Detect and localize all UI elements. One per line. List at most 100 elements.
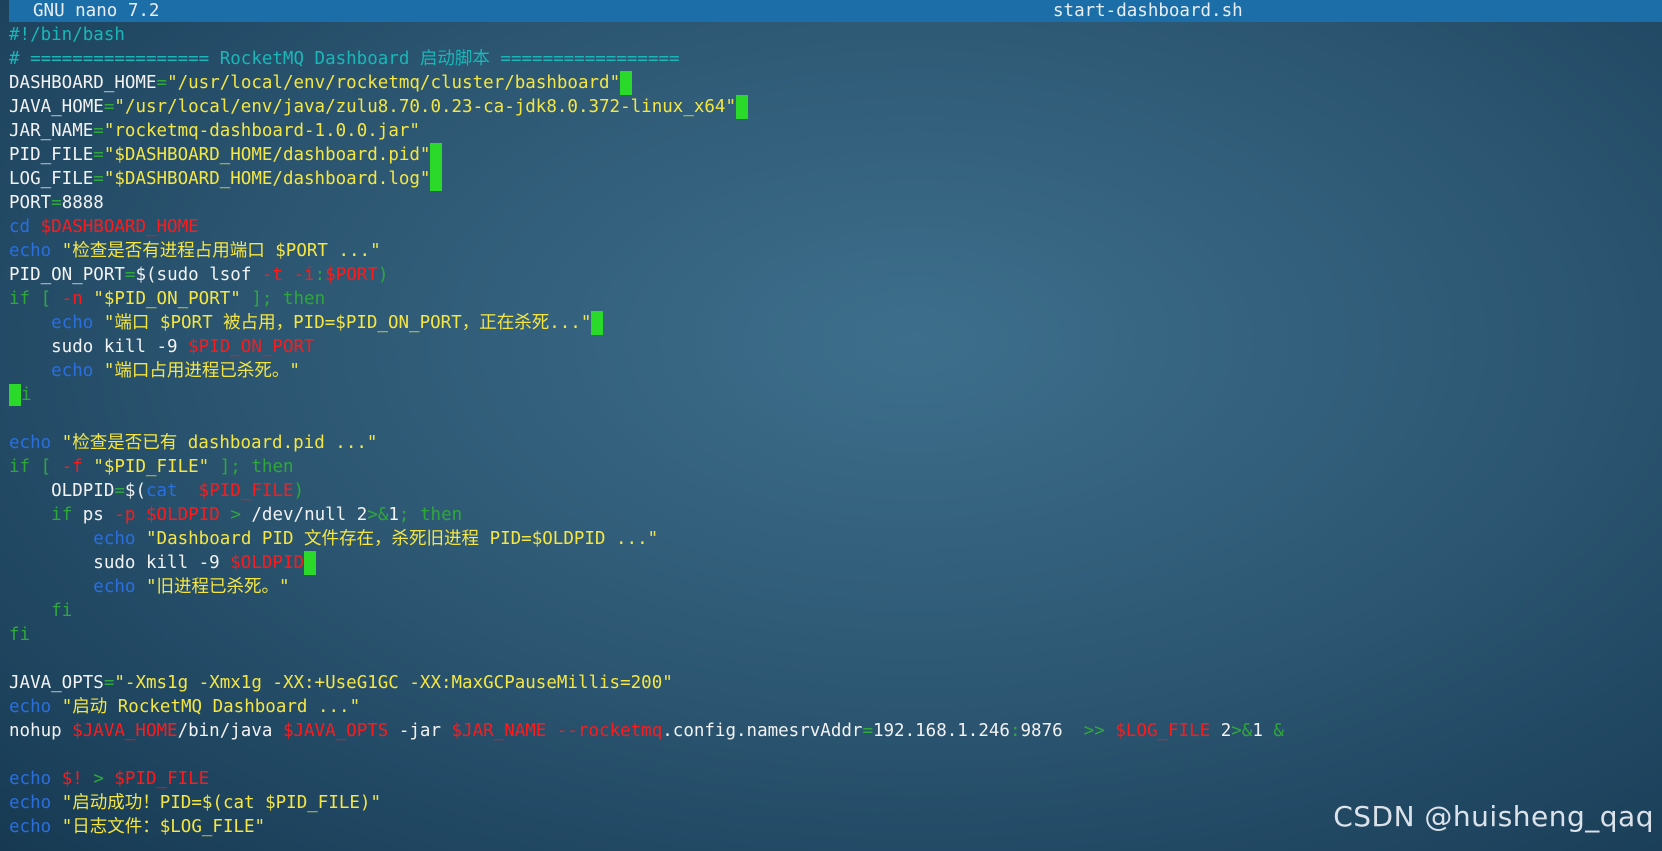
variable-token: $PID_FILE: [114, 769, 210, 789]
code-line[interactable]: echo "旧进程已杀死。": [9, 575, 1284, 599]
code-line[interactable]: cd $DASHBOARD_HOME: [9, 215, 1284, 239]
code-line[interactable]: echo "端口占用进程已杀死。": [9, 359, 1284, 383]
code-line[interactable]: JAVA_OPTS="-Xms1g -Xmx1g -XX:+UseG1GC -X…: [9, 671, 1284, 695]
code-line[interactable]: [9, 647, 1284, 671]
command-token: echo: [51, 313, 94, 333]
text-token: LOG_FILE: [9, 169, 94, 189]
variable-token: -f: [61, 457, 83, 477]
text-token: sudo kill -9: [9, 337, 189, 357]
code-line[interactable]: #!/bin/bash: [9, 23, 1284, 47]
code-line[interactable]: LOG_FILE="$DASHBOARD_HOME/dashboard.log": [9, 167, 1284, 191]
string-token: "-Xms1g -Xmx1g -XX:+UseG1GC -XX:MaxGCPau…: [114, 673, 673, 693]
command-token: echo: [93, 577, 136, 597]
keyword-token: ; then: [398, 505, 463, 525]
string-token: "启动成功！PID=$(cat $PID_FILE)": [61, 793, 381, 813]
code-line[interactable]: echo "启动 RocketMQ Dashboard ...": [9, 695, 1284, 719]
trailing-space-marker: [304, 551, 317, 575]
code-line[interactable]: OLDPID=$(cat $PID_FILE): [9, 479, 1284, 503]
code-line[interactable]: [9, 743, 1284, 767]
code-line[interactable]: echo "启动成功！PID=$(cat $PID_FILE)": [9, 791, 1284, 815]
variable-token: $PID_ON_PORT: [188, 337, 315, 357]
trailing-space-marker: [430, 143, 443, 167]
operator-token: :: [1009, 721, 1021, 741]
code-line[interactable]: if [ -n "$PID_ON_PORT" ]; then: [9, 287, 1284, 311]
code-line[interactable]: DASHBOARD_HOME="/usr/local/env/rocketmq/…: [9, 71, 1284, 95]
text-token: OLDPID: [9, 481, 115, 501]
operator-token: =: [93, 145, 104, 165]
text-token: $(: [135, 265, 157, 285]
command-token: echo: [51, 361, 94, 381]
code-line[interactable]: echo "日志文件：$LOG_FILE": [9, 815, 1284, 839]
variable-token: $DASHBOARD_HOME: [40, 217, 199, 237]
editor-text-area[interactable]: #!/bin/bash # ================= RocketMQ …: [9, 23, 1284, 839]
code-line[interactable]: if ps -p $OLDPID > /dev/null 2>&1; then: [9, 503, 1284, 527]
operator-token: >: [219, 505, 252, 525]
nano-version: GNU nano 7.2: [33, 1, 160, 21]
code-line[interactable]: sudo kill -9 $PID_ON_PORT: [9, 335, 1284, 359]
string-token: "rocketmq-dashboard-1.0.0.jar": [103, 121, 420, 141]
watermark: CSDN @huisheng_qaq: [1333, 800, 1654, 833]
code-line[interactable]: JAR_NAME="rocketmq-dashboard-1.0.0.jar": [9, 119, 1284, 143]
code-line[interactable]: echo "端口 $PORT 被占用，PID=$PID_ON_PORT，正在杀死…: [9, 311, 1284, 335]
code-line[interactable]: # ================= RocketMQ Dashboard 启…: [9, 47, 1284, 71]
variable-token: $OLDPID: [146, 505, 220, 525]
text-token: DASHBOARD_HOME: [9, 73, 157, 93]
variable-token: -n: [61, 289, 83, 309]
code-line[interactable]: sudo kill -9 $OLDPID: [9, 551, 1284, 575]
text-token: 9876: [1020, 721, 1084, 741]
code-line[interactable]: echo $! > $PID_FILE: [9, 767, 1284, 791]
operator-token: =: [103, 673, 115, 693]
operator-token: >: [82, 769, 115, 789]
code-line[interactable]: JAVA_HOME="/usr/local/env/java/zulu8.70.…: [9, 95, 1284, 119]
string-token: "$DASHBOARD_HOME/dashboard.pid": [103, 145, 431, 165]
code-line[interactable]: fi: [9, 599, 1284, 623]
code-line[interactable]: fi: [9, 623, 1284, 647]
code-line[interactable]: i: [9, 383, 1284, 407]
string-token: "Dashboard PID 文件存在，杀死旧进程 PID=$OLDPID ..…: [146, 529, 659, 549]
code-line[interactable]: [9, 407, 1284, 431]
code-line[interactable]: echo "检查是否有进程占用端口 $PORT ...": [9, 239, 1284, 263]
text-token: PORT: [9, 193, 52, 213]
code-line[interactable]: echo "Dashboard PID 文件存在，杀死旧进程 PID=$OLDP…: [9, 527, 1284, 551]
keyword-token: fi: [9, 625, 31, 645]
code-line[interactable]: PID_ON_PORT=$(sudo lsof -t -i:$PORT): [9, 263, 1284, 287]
code-line[interactable]: echo "检查是否已有 dashboard.pid ...": [9, 431, 1284, 455]
keyword-token: ]; then: [209, 457, 294, 477]
keyword-token: if: [51, 505, 73, 525]
trailing-space-marker: [591, 311, 604, 335]
text-token: /bin/java: [177, 721, 283, 741]
variable-token: $PID_FILE: [198, 481, 294, 501]
code-line[interactable]: if [ -f "$PID_FILE" ]; then: [9, 455, 1284, 479]
operator-token: =: [156, 73, 168, 93]
cursor: [9, 384, 21, 406]
code-line[interactable]: nohup $JAVA_HOME/bin/java $JAVA_OPTS -ja…: [9, 719, 1284, 743]
command-token: echo: [9, 793, 52, 813]
text-token: 8888: [61, 193, 104, 213]
keyword-token: if [: [9, 457, 52, 477]
code-line[interactable]: PORT=8888: [9, 191, 1284, 215]
keyword-token: ]; then: [240, 289, 326, 309]
text-token: sudo lsof: [156, 265, 262, 285]
string-token: "/usr/local/env/java/zulu8.70.0.23-ca-jd…: [114, 97, 736, 117]
text-token: PID_ON_PORT: [9, 265, 125, 285]
operator-token: =: [51, 193, 62, 213]
operator-token: =: [124, 265, 136, 285]
keyword-token: fi: [51, 601, 73, 621]
code-line[interactable]: PID_FILE="$DASHBOARD_HOME/dashboard.pid": [9, 143, 1284, 167]
